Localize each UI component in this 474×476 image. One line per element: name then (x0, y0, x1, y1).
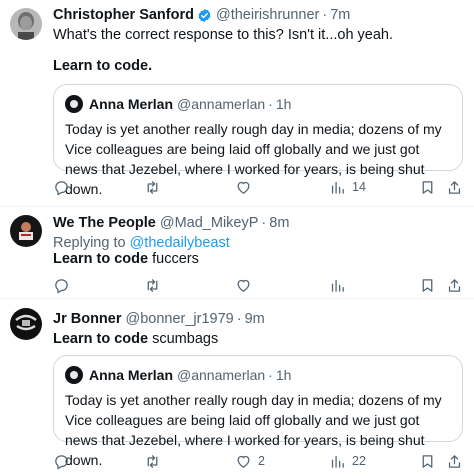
separator-dot: · (236, 311, 242, 327)
user-handle[interactable]: @Mad_MikeyP (160, 213, 259, 233)
tweet-header: Christopher Sanford @theirishrunner · 7m (53, 5, 350, 25)
tweet-text: What's the correct response to this? Isn… (53, 27, 394, 43)
avatar-photo-icon (10, 8, 42, 40)
avatar[interactable] (10, 215, 42, 247)
bookmark-button[interactable] (419, 276, 436, 294)
separator-dot: · (268, 96, 273, 112)
display-name[interactable]: Jr Bonner (53, 309, 122, 329)
share-button[interactable] (446, 178, 463, 196)
tweet-christopher-sanford[interactable]: Christopher Sanford @theirishrunner · 7m… (0, 0, 474, 206)
quoted-tweet[interactable]: Anna Merlan @annamerlan · 1h Today is ye… (53, 84, 463, 197)
bookmark-button[interactable] (419, 178, 436, 196)
quoted-user-handle: @annamerlan (177, 367, 266, 383)
verified-badge-icon (198, 8, 211, 22)
quoted-tweet-header: Anna Merlan @annamerlan · 1h (65, 366, 291, 384)
tweet-header: We The People @Mad_MikeyP · 8m (53, 213, 289, 233)
timestamp[interactable]: 9m (245, 309, 265, 329)
separator-dot: · (268, 367, 273, 383)
retweet-button[interactable] (144, 178, 161, 196)
tweet-text-rest: fuccers (148, 251, 199, 267)
bookmark-icon (422, 278, 433, 292)
quoted-display-name: Anna Merlan (89, 96, 174, 112)
retweet-icon (147, 278, 158, 292)
views-count: 22 (352, 454, 366, 468)
reply-icon (55, 278, 68, 293)
tweet-text-emphasis: Learn to code (53, 251, 149, 267)
tweet-we-the-people[interactable]: We The People @Mad_MikeyP · 8m Replying … (0, 207, 474, 298)
display-name[interactable]: Christopher Sanford (53, 5, 194, 25)
heart-icon (237, 455, 250, 468)
reply-button[interactable] (53, 276, 70, 294)
tweet-text-emphasis: Learn to code (53, 331, 149, 347)
reply-icon (55, 180, 68, 195)
tweet-actions: 2 22 (53, 452, 463, 470)
tweet-actions: 14 (53, 178, 463, 196)
user-handle[interactable]: @theirishrunner (216, 5, 319, 25)
like-button[interactable]: 2 (235, 452, 265, 470)
share-icon (448, 278, 461, 292)
avatar-photo-icon (10, 308, 42, 340)
reply-button[interactable] (53, 452, 70, 470)
share-button[interactable] (446, 452, 463, 470)
separator-dot: · (261, 215, 267, 231)
tweet-header: Jr Bonner @bonner_jr1979 · 9m (53, 309, 265, 329)
timestamp[interactable]: 7m (330, 5, 350, 25)
tweet-text: Learn to code fuccers (53, 249, 463, 269)
quoted-timestamp: 1h (275, 367, 292, 383)
avatar[interactable] (10, 308, 42, 340)
separator-dot: · (322, 7, 328, 23)
quoted-avatar (65, 366, 83, 384)
bookmark-icon (422, 180, 433, 194)
views-chart-icon (331, 279, 344, 292)
tweet-text-rest: scumbags (148, 331, 219, 347)
like-button[interactable] (235, 276, 252, 294)
retweet-icon (147, 454, 158, 468)
views-chart-icon (331, 181, 344, 194)
bookmark-icon (422, 454, 433, 468)
display-name[interactable]: We The People (53, 213, 156, 233)
share-button[interactable] (446, 276, 463, 294)
views-chart-icon (331, 455, 344, 468)
quoted-avatar (65, 95, 83, 113)
reply-icon (55, 454, 68, 469)
tweet-jr-bonner[interactable]: Jr Bonner @bonner_jr1979 · 9m Learn to c… (0, 299, 474, 476)
share-icon (448, 454, 461, 468)
share-icon (448, 180, 461, 194)
retweet-icon (147, 180, 158, 194)
tweet-text: Learn to code scumbags (53, 329, 463, 349)
like-button[interactable] (235, 178, 252, 196)
views-button[interactable]: 22 (329, 452, 366, 470)
retweet-button[interactable] (144, 452, 161, 470)
views-count: 14 (352, 180, 366, 194)
quoted-tweet-header: Anna Merlan @annamerlan · 1h (65, 95, 291, 113)
quoted-user-handle: @annamerlan (177, 96, 266, 112)
timestamp[interactable]: 8m (269, 213, 289, 233)
avatar-photo-icon (10, 215, 42, 247)
heart-icon (237, 181, 250, 194)
reply-button[interactable] (53, 178, 70, 196)
quoted-display-name: Anna Merlan (89, 367, 174, 383)
quoted-timestamp: 1h (275, 96, 292, 112)
quoted-tweet[interactable]: Anna Merlan @annamerlan · 1h Today is ye… (53, 355, 463, 468)
heart-icon (237, 279, 250, 292)
avatar[interactable] (10, 8, 42, 40)
views-button[interactable] (329, 276, 346, 294)
tweet-actions (53, 276, 463, 294)
user-handle[interactable]: @bonner_jr1979 (126, 309, 234, 329)
views-button[interactable]: 14 (329, 178, 366, 196)
tweet-text-emphasis: Learn to code. (53, 58, 153, 74)
bookmark-button[interactable] (419, 452, 436, 470)
retweet-button[interactable] (144, 276, 161, 294)
likes-count: 2 (258, 454, 265, 468)
